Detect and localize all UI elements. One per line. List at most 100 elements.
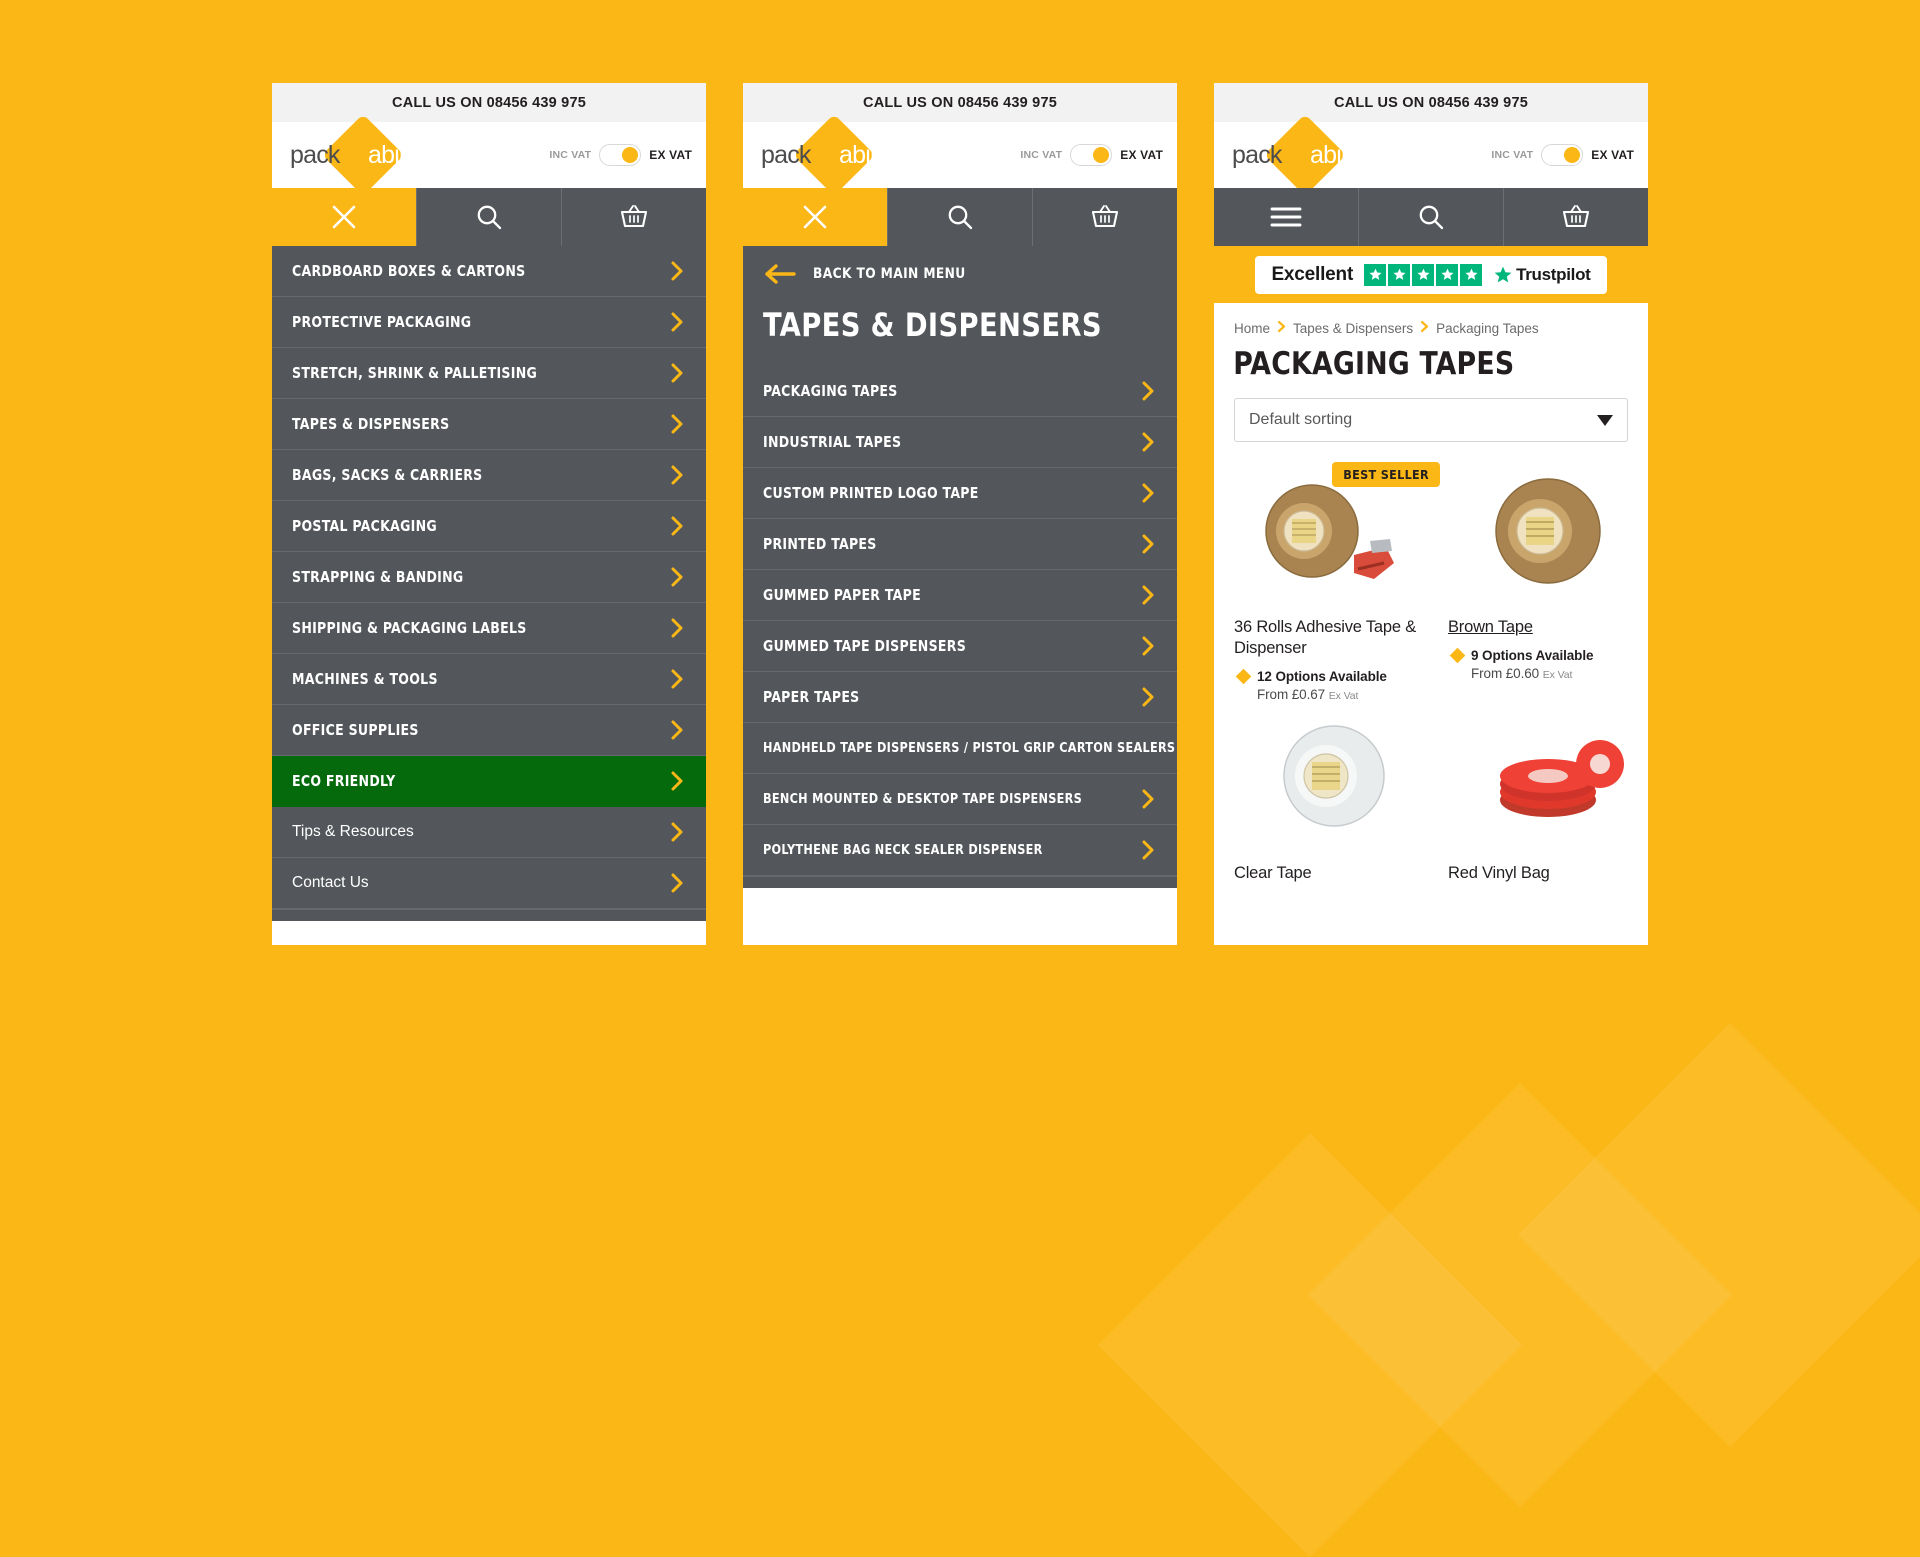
submenu-item-printed-tapes[interactable]: PRINTED TAPES <box>743 519 1177 570</box>
menu-item-contact-us[interactable]: Contact Us <box>272 858 706 909</box>
submenu-item-paper-tapes[interactable]: PAPER TAPES <box>743 672 1177 723</box>
packability-logo[interactable]: pack ability <box>1232 113 1369 197</box>
product-card[interactable]: Brown Tape 9 Options Available From £0.60 … <box>1448 456 1648 702</box>
submenu-item-handheld-tape-dispensers-pistol-grip-carton-sealers[interactable]: HANDHELD TAPE DISPENSERS / PISTOL GRIP C… <box>743 723 1177 774</box>
search-button[interactable] <box>417 188 562 246</box>
menu-item-label: STRETCH, SHRINK & PALLETISING <box>292 364 538 382</box>
basket-icon <box>1091 205 1119 228</box>
product-options-count: 9 Options Available <box>1471 647 1594 663</box>
call-us-text: CALL US ON 08456 439 975 <box>392 94 586 111</box>
logo-text-pack: pack <box>1232 140 1282 169</box>
menu-item-postal-packaging[interactable]: POSTAL PACKAGING <box>272 501 706 552</box>
product-title[interactable]: Clear Tape <box>1234 863 1434 884</box>
close-menu-button[interactable] <box>743 188 888 246</box>
menu-item-office-supplies[interactable]: OFFICE SUPPLIES <box>272 705 706 756</box>
chevron-right-icon <box>671 618 683 638</box>
trustpilot-brand: Trustpilot <box>1493 265 1591 285</box>
chevron-right-icon <box>1142 585 1154 605</box>
submenu-item-gummed-tape-dispensers[interactable]: GUMMED TAPE DISPENSERS <box>743 621 1177 672</box>
chevron-right-icon <box>1142 840 1154 860</box>
packability-logo[interactable]: pack ability <box>290 113 427 197</box>
menu-item-cardboard-boxes-cartons[interactable]: CARDBOARD BOXES & CARTONS <box>272 246 706 297</box>
product-price: From £0.60 Ex Vat <box>1448 666 1648 681</box>
close-menu-button[interactable] <box>272 188 417 246</box>
submenu-item-label: GUMMED PAPER TAPE <box>763 586 921 604</box>
vat-toggle-group[interactable]: INC VAT EX VAT <box>1020 144 1163 166</box>
chevron-right-icon <box>1142 534 1154 554</box>
chevron-right-icon <box>671 669 683 689</box>
basket-button[interactable] <box>562 188 706 246</box>
vat-toggle-knob <box>1564 147 1581 163</box>
packability-logo[interactable]: pack ability <box>761 113 898 197</box>
menu-item-label: CARDBOARD BOXES & CARTONS <box>292 262 526 280</box>
trustpilot-star <box>1412 263 1435 286</box>
phone-mockup-submenu: CALL US ON 08456 439 975 pack ability IN… <box>743 83 1177 945</box>
submenu-list: PACKAGING TAPES INDUSTRIAL TAPES CUSTOM PR… <box>743 366 1177 876</box>
sort-dropdown[interactable]: Default sorting <box>1234 398 1628 442</box>
logo-text-pack: pack <box>290 140 340 169</box>
trustpilot-star <box>1460 263 1483 286</box>
menu-item-bags-sacks-carriers[interactable]: BAGS, SACKS & CARRIERS <box>272 450 706 501</box>
submenu-item-gummed-paper-tape[interactable]: GUMMED PAPER TAPE <box>743 570 1177 621</box>
product-title[interactable]: Red Vinyl Bag <box>1448 863 1648 884</box>
menu-item-stretch-shrink-palletising[interactable]: STRETCH, SHRINK & PALLETISING <box>272 348 706 399</box>
vat-toggle-group[interactable]: INC VAT EX VAT <box>549 144 692 166</box>
vat-toggle-switch[interactable] <box>599 144 642 166</box>
basket-button[interactable] <box>1033 188 1177 246</box>
trustpilot-badge[interactable]: Excellent Trustpilot <box>1255 255 1607 294</box>
product-image-wrap[interactable]: BEST SELLER <box>1234 456 1440 611</box>
submenu-item-label: BENCH MOUNTED & DESKTOP TAPE DISPENSERS <box>763 791 1083 807</box>
submenu-item-bench-mounted-desktop-tape-dispensers[interactable]: BENCH MOUNTED & DESKTOP TAPE DISPENSERS <box>743 774 1177 825</box>
submenu-item-polythene-bag-neck-sealer-dispenser[interactable]: POLYTHENE BAG NECK SEALER DISPENSER <box>743 825 1177 876</box>
menu-item-tapes-dispensers[interactable]: TAPES & DISPENSERS <box>272 399 706 450</box>
menu-item-shipping-packaging-labels[interactable]: SHIPPING & PACKAGING LABELS <box>272 603 706 654</box>
product-image-wrap[interactable] <box>1448 456 1648 611</box>
submenu-item-packaging-tapes[interactable]: PACKAGING TAPES <box>743 366 1177 417</box>
chevron-right-icon <box>671 363 683 383</box>
menu-item-label: Contact Us <box>292 874 369 891</box>
search-icon <box>948 205 973 230</box>
menu-item-machines-tools[interactable]: MACHINES & TOOLS <box>272 654 706 705</box>
vat-toggle-switch[interactable] <box>1070 144 1113 166</box>
product-image-wrap[interactable] <box>1234 702 1434 857</box>
chevron-right-icon <box>1142 789 1154 809</box>
breadcrumb-item: Packaging Tapes <box>1436 320 1539 336</box>
search-button[interactable] <box>1359 188 1504 246</box>
menu-item-protective-packaging[interactable]: PROTECTIVE PACKAGING <box>272 297 706 348</box>
menu-item-strapping-banding[interactable]: STRAPPING & BANDING <box>272 552 706 603</box>
vat-toggle-group[interactable]: INC VAT EX VAT <box>1491 144 1634 166</box>
menu-item-tips-resources[interactable]: Tips & Resources <box>272 807 706 858</box>
phone-mockup-main-menu: CALL US ON 08456 439 975 pack ability IN… <box>272 83 706 945</box>
call-us-text: CALL US ON 08456 439 975 <box>1334 94 1528 111</box>
menu-item-eco-friendly[interactable]: ECO FRIENDLY <box>272 756 706 807</box>
product-card[interactable]: BEST SELLER 36 Rolls Adhesive Tape & Disp… <box>1234 456 1440 702</box>
product-image-brown-tape <box>1495 477 1601 584</box>
open-menu-button[interactable] <box>1214 188 1359 246</box>
basket-button[interactable] <box>1504 188 1648 246</box>
product-options-row: 12 Options Available <box>1234 668 1434 685</box>
product-title[interactable]: 36 Rolls Adhesive Tape & Dispenser <box>1234 617 1434 659</box>
product-card[interactable]: Red Vinyl Bag <box>1448 702 1648 884</box>
chevron-right-icon <box>671 312 683 332</box>
vat-toggle-switch[interactable] <box>1541 144 1584 166</box>
search-icon <box>1419 205 1444 230</box>
menu-item-label: SHIPPING & PACKAGING LABELS <box>292 619 527 637</box>
product-image-wrap[interactable] <box>1448 702 1648 857</box>
breadcrumb-item[interactable]: Home <box>1234 321 1270 336</box>
submenu-item-label: INDUSTRIAL TAPES <box>763 433 902 451</box>
product-card[interactable]: Clear Tape <box>1234 702 1434 884</box>
menu-item-label: TAPES & DISPENSERS <box>292 415 450 433</box>
nav-icon-bar <box>272 188 706 246</box>
price-prefix: From <box>1257 686 1289 702</box>
product-title[interactable]: Brown Tape <box>1448 617 1648 638</box>
search-button[interactable] <box>888 188 1033 246</box>
back-to-main-menu-link[interactable]: BACK TO MAIN MENU <box>743 246 1177 302</box>
price-vat-note: Ex Vat <box>1542 668 1573 681</box>
submenu-heading-row: TAPES & DISPENSERS <box>743 302 1177 366</box>
chevron-right-icon <box>671 465 683 485</box>
trustpilot-stars <box>1364 263 1483 286</box>
submenu-item-custom-printed-logo-tape[interactable]: CUSTOM PRINTED LOGO TAPE <box>743 468 1177 519</box>
vat-inc-label: INC VAT <box>1020 149 1063 161</box>
breadcrumb-item[interactable]: Tapes & Dispensers <box>1293 321 1413 336</box>
submenu-item-industrial-tapes[interactable]: INDUSTRIAL TAPES <box>743 417 1177 468</box>
